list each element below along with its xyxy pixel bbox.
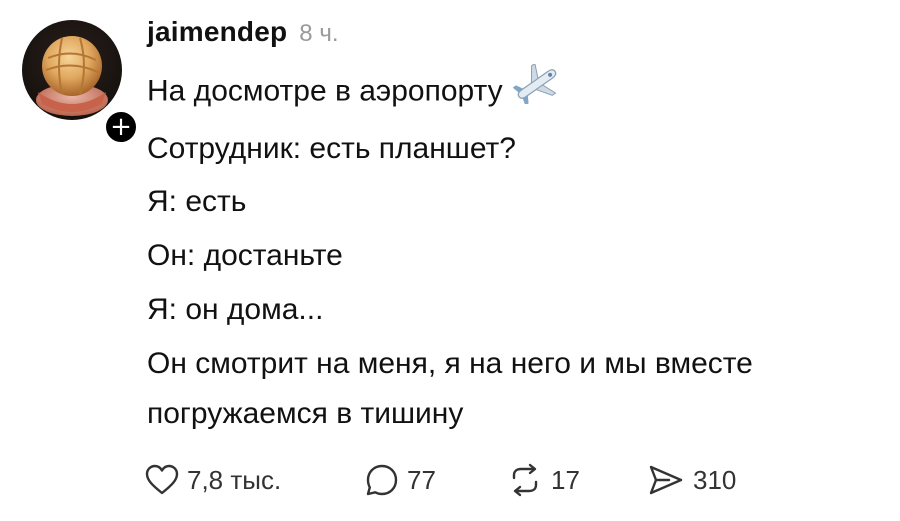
heart-icon [145,464,179,495]
repost-count: 17 [551,464,580,495]
thread-post: + jaimendep 8 ч. На досмотре в аэропорту… [0,0,900,521]
reply-count: 77 [407,464,436,495]
post-text-line: На досмотре в аэропорту [147,62,561,113]
post-text-line-1: На досмотре в аэропорту [147,74,503,108]
post-text-line-7: погружаемся в тишину [147,397,464,430]
like-count: 7,8 тыс. [187,464,282,495]
post-timestamp: 8 ч. [299,20,339,47]
avatar[interactable] [22,20,122,120]
author-avatar-container[interactable]: + [22,20,140,146]
post-text-line-3: Я: есть [147,185,247,218]
share-icon [649,465,683,495]
post-text-line-2: Сотрудник: есть планшет? [147,132,516,165]
comment-icon [366,464,398,496]
post-text-line-5: Я: он дома... [147,293,324,326]
like-button[interactable]: 7,8 тыс. [145,464,365,496]
post-text-line-4: Он: достаньте [147,239,343,272]
post-text-line-6: Он смотрит на меня, я на него и мы вмест… [147,347,753,380]
reply-button[interactable]: 77 [365,463,507,497]
share-button[interactable]: 310 [647,463,736,497]
repost-icon [512,463,538,497]
follow-button[interactable]: + [102,108,140,146]
author-username[interactable]: jaimendep [147,16,287,48]
share-count: 310 [693,464,737,495]
airplane-icon [512,62,561,113]
repost-button[interactable]: 17 [507,463,647,497]
post-actions: 7,8 тыс. 77 17 310 [145,458,736,502]
avatar-image [36,36,108,116]
post-header: jaimendep 8 ч. [147,16,338,56]
